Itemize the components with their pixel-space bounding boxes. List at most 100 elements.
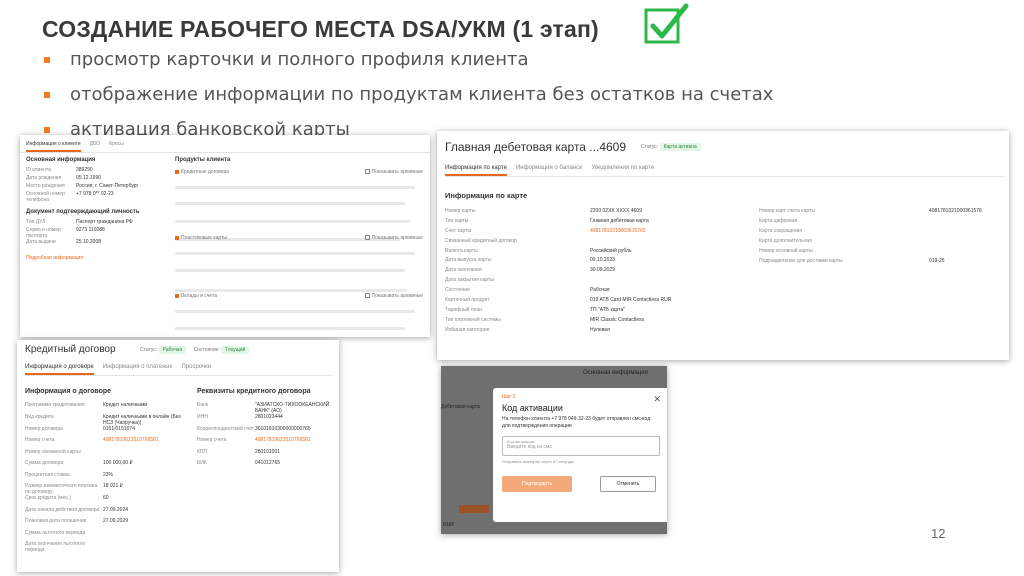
info-value: 30101810300000000765 bbox=[255, 425, 311, 432]
info-row: Дата начала действия договора 27.09.2024 bbox=[25, 507, 185, 519]
confirm-button[interactable]: Подтвердить bbox=[502, 476, 572, 492]
debit-card-title: Главная дебетовая карта ...4609 bbox=[445, 140, 627, 154]
info-row: Плановая дата погашения 27.09.2029 bbox=[25, 518, 185, 530]
tab-balance-info[interactable]: Информация о балансе bbox=[516, 165, 583, 176]
info-value: 280101001 bbox=[255, 448, 281, 455]
status-label: Статус: bbox=[140, 347, 158, 353]
info-row: Размер ежемесячного платежа по договору 1… bbox=[25, 483, 185, 495]
state-badge: Текущий bbox=[221, 346, 250, 354]
info-label: Тарифный план bbox=[445, 306, 483, 313]
bg-label: Дебетовая карта bbox=[441, 404, 480, 410]
client-card-screenshot: Информация о клиенте ДБО Кросы Основная … bbox=[20, 135, 430, 337]
debit-tabs: Информация по карте Информация о балансе… bbox=[445, 165, 1005, 177]
info-row: Основной номер телефона +7 978 0** 02-23 bbox=[26, 191, 166, 203]
info-value: "АЗИАТСКО-ТИХООКЕАНСКИЙ БАНК" (АО) bbox=[255, 402, 330, 414]
info-row: Карта сокращения bbox=[759, 228, 1004, 238]
info-value: Российский рубль bbox=[590, 247, 632, 254]
tab-overdue[interactable]: Просрочки bbox=[181, 364, 211, 375]
credit-contract-screenshot: Кредитный договор Статус: Рабочая Состоя… bbox=[17, 340, 339, 572]
archive-label: Показывать архивные bbox=[371, 169, 423, 175]
info-label: Серия и номер паспорта bbox=[26, 227, 61, 239]
info-value: 40817810210003615765 bbox=[590, 227, 646, 234]
info-value: 019-25 bbox=[929, 258, 945, 264]
credit-tabs: Информация о договоре Информация о плате… bbox=[25, 364, 333, 376]
info-row: Иобиная категория Нулевая bbox=[445, 327, 745, 337]
archive-checkbox[interactable] bbox=[364, 235, 370, 241]
tab-cross[interactable]: Кросы bbox=[109, 141, 124, 152]
info-label: Размер ежемесячного платежа по договору bbox=[25, 483, 98, 495]
card-info-left-list: Номер карты 2200 02XX XXXX 4609 Тип карты Г… bbox=[445, 208, 745, 337]
info-value: 40817810621510766581 bbox=[103, 437, 159, 443]
status-badge: Карта активна bbox=[659, 143, 701, 151]
info-label: Связанный кредитный договор bbox=[445, 237, 517, 244]
basic-info-list: ID клиента 389290 Дата рождения 05.12.1990 М… bbox=[26, 167, 166, 203]
info-label: ID клиента bbox=[26, 167, 51, 173]
close-icon[interactable]: ✕ bbox=[653, 394, 661, 405]
requisites-list: Банк "АЗИАТСКО-ТИХООКЕАНСКИЙ БАНК" (АО) ИН… bbox=[197, 402, 335, 472]
info-value: Нулевая bbox=[590, 326, 610, 333]
info-value: 100 000,00 ₽ bbox=[103, 460, 133, 466]
info-label: БИК bbox=[197, 460, 207, 466]
info-value: Кредит наличными bbox=[103, 402, 148, 408]
info-row: КПП 280101001 bbox=[197, 449, 335, 461]
tab-client-info[interactable]: Информация о клиенте bbox=[26, 141, 81, 152]
info-value: 27.09.2024 bbox=[103, 506, 129, 513]
info-value: ТП "АТБ карта" bbox=[590, 306, 626, 313]
resend-text: Отправить повторно через 57 секунды bbox=[502, 459, 574, 464]
info-label: ИНН bbox=[197, 414, 208, 420]
info-label: Номер связанной карты bbox=[25, 448, 81, 455]
bullet-text: просмотр карточки и полного профиля клие… bbox=[70, 49, 529, 70]
info-row: Счет карты 40817810210003615765 bbox=[445, 228, 745, 238]
info-label: КПП bbox=[197, 448, 208, 455]
info-value: 041012765 bbox=[255, 460, 281, 466]
info-row: Номер счета 40817810621510766581 bbox=[25, 437, 185, 449]
info-row: Тарифный план ТП "АТБ карта" bbox=[445, 307, 745, 317]
info-label: Банк bbox=[197, 402, 209, 408]
requisites-title: Реквизиты кредитного договора bbox=[197, 388, 311, 395]
info-label: Дата окончания bbox=[445, 267, 482, 274]
more-info-link[interactable]: Подробная информация bbox=[26, 255, 166, 261]
tab-notifications[interactable]: Уведомления по карте bbox=[592, 165, 655, 176]
tab-contract-info[interactable]: Информация о договоре bbox=[25, 364, 94, 375]
info-value: 9273 110288 bbox=[76, 227, 105, 233]
tab-card-info[interactable]: Информация по карте bbox=[445, 165, 507, 176]
activation-code-input[interactable]: Код активации Введите код из смс bbox=[502, 436, 660, 456]
info-label: Сумма льготного периода bbox=[25, 529, 86, 536]
info-row: Номер связанной карты bbox=[25, 449, 185, 461]
credit-title: Кредитный договор bbox=[25, 344, 116, 355]
bg-currency: RUR bbox=[443, 522, 454, 528]
info-label: Карта дополнительная bbox=[759, 238, 812, 244]
info-row: Вид кредита Кредит наличными в онлайн (Бе… bbox=[25, 414, 185, 426]
info-label: Программа кредитования bbox=[25, 402, 85, 408]
info-label: Основной номер телефона bbox=[26, 191, 65, 203]
info-label: Срок кредита (мес.) bbox=[25, 495, 71, 501]
info-label: Карточный продукт bbox=[445, 297, 490, 304]
credit-table bbox=[175, 179, 423, 241]
info-value: 27.09.2029 bbox=[103, 518, 129, 524]
info-row: Дата рождения 05.12.1990 bbox=[26, 175, 166, 183]
info-row: Сумма договора 100 000,00 ₽ bbox=[25, 460, 185, 472]
tab-dbo[interactable]: ДБО bbox=[90, 141, 101, 152]
deposit-icon bbox=[175, 293, 179, 298]
info-value: Россия, г. Санкт-Петербург bbox=[76, 183, 139, 189]
bullet-marker-icon bbox=[44, 92, 50, 98]
archive-checkbox[interactable] bbox=[364, 293, 370, 299]
tab-payments-info[interactable]: Информация о платежах bbox=[103, 364, 173, 375]
info-row: Банк "АЗИАТСКО-ТИХООКЕАНСКИЙ БАНК" (АО) bbox=[197, 402, 335, 414]
cards-section-label: Пластиковые карты bbox=[181, 235, 227, 241]
info-label: Подразделение для доставки карты bbox=[759, 258, 843, 264]
info-row: Дата закрытия карты bbox=[445, 277, 745, 287]
info-label: Иобиная категория bbox=[445, 326, 490, 333]
info-row: Номер карт счета карты 408178102100036157… bbox=[759, 208, 1004, 218]
info-label: Номер счета bbox=[197, 437, 227, 443]
info-row: Номер договора 0151/0151074 bbox=[25, 426, 185, 438]
status-badge: Рабочая bbox=[158, 346, 187, 354]
bullet-text: отображение информации по продуктам клие… bbox=[70, 84, 774, 105]
archive-checkbox[interactable] bbox=[364, 169, 370, 175]
modal-text: На телефон клиента +7 978 049-32-23 буде… bbox=[502, 416, 651, 429]
card-info-title: Информация по карте bbox=[445, 191, 528, 200]
cancel-button[interactable]: Отменить bbox=[600, 476, 656, 492]
info-value: 019 ATB Card MIR Contactless RUR bbox=[590, 297, 672, 304]
info-label: Место рождения bbox=[26, 183, 65, 189]
page-number: 12 bbox=[931, 526, 946, 541]
